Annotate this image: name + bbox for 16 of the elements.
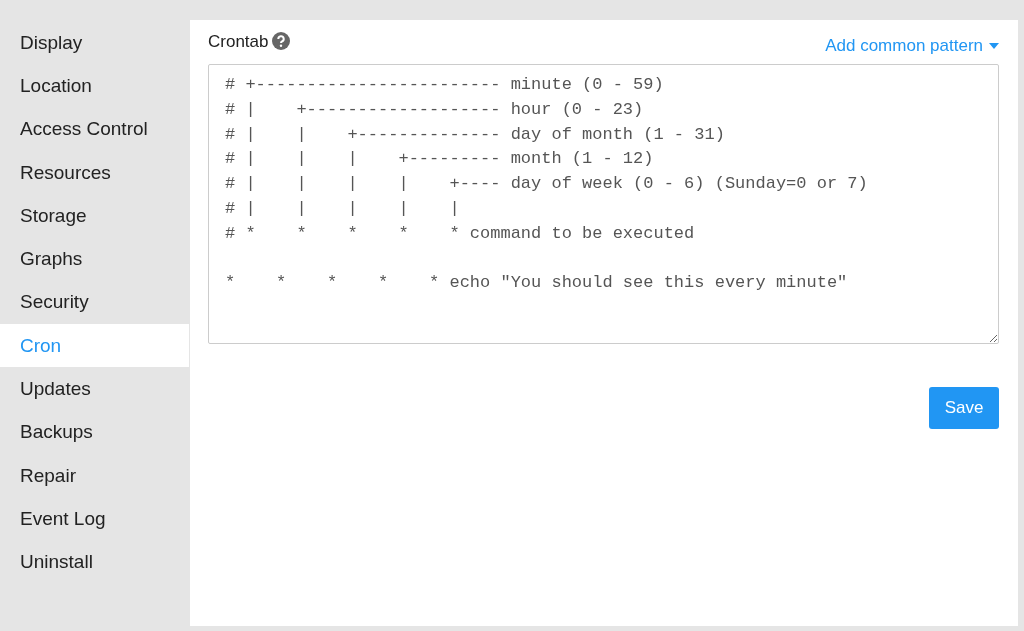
- sidebar-item[interactable]: Location: [0, 64, 189, 108]
- sidebar-item[interactable]: Display: [0, 21, 189, 65]
- sidebar-item[interactable]: Access Control: [0, 107, 189, 151]
- sidebar-item[interactable]: Storage: [0, 194, 189, 238]
- sidebar-item[interactable]: Backups: [0, 410, 189, 454]
- crontab-field[interactable]: # +------------------------ minute (0 - 59) # | +------------------- hour (0 - 23) # | | +-------------- day of month (1 - 31) # | | | +--------- month (1 - 12) # | | | | +---- day of week (0 - 6) (Sunday=0 or 7) # | | | | | # * * * * * command to be executed * * * * * echo "You should see this every minute": [208, 64, 999, 344]
- caret-icon: [989, 43, 999, 49]
- sidebar-item[interactable]: Graphs: [0, 237, 189, 281]
- sidebar-item[interactable]: Resources: [0, 150, 189, 195]
- help-icon[interactable]: [272, 32, 291, 50]
- sidebar-item[interactable]: Repair: [0, 453, 189, 498]
- sidebar-item[interactable]: Updates: [0, 367, 189, 411]
- sidebar-item[interactable]: Uninstall: [0, 540, 189, 584]
- sidebar-item[interactable]: Security: [0, 280, 189, 325]
- crontab-label: Crontab: [208, 32, 269, 52]
- sidebar-item[interactable]: Event Log: [0, 497, 189, 541]
